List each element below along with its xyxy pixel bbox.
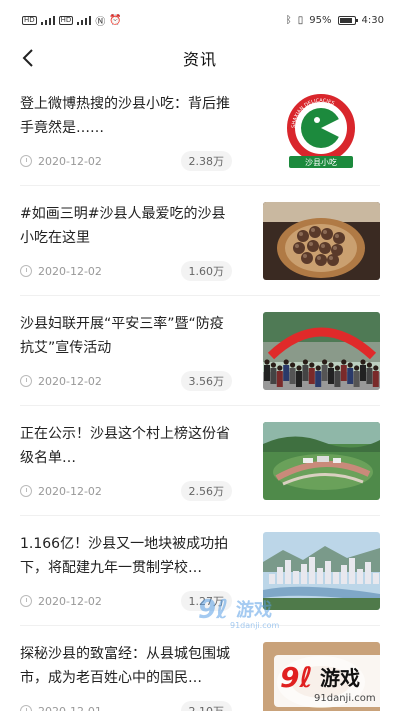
article-thumbnail[interactable] xyxy=(263,422,380,500)
article-meta: 2020-12-02 2.56万 xyxy=(20,481,232,501)
sim2-icon: HD xyxy=(58,15,74,25)
watermark-site-center: 91danji.com xyxy=(230,621,280,630)
sim1-icon: HD xyxy=(22,15,37,25)
article-meta: 2020-12-02 3.56万 xyxy=(20,371,232,391)
status-right: ᛒ ▯ 95% 4:30 xyxy=(286,15,384,26)
article-item[interactable]: #如画三明#沙县人最爱吃的沙县小吃在这里 2020-12-02 1.60万 xyxy=(20,186,380,296)
article-meta: 2020-12-02 1.60万 xyxy=(20,261,232,281)
svg-text:9ℓ: 9ℓ xyxy=(198,595,228,625)
article-item[interactable]: 沙县妇联开展“平安三率”暨“防疫抗艾”宣传活动 2020-12-02 3.56万 xyxy=(20,296,380,406)
status-bar: HD HD Ⓝ ⏰ ᛒ ▯ 95% 4:30 xyxy=(0,0,400,40)
article-date-wrap: 2020-12-02 xyxy=(20,375,102,388)
article-date-wrap: 2020-12-01 xyxy=(20,705,102,711)
article-meta: 2020-12-02 2.38万 xyxy=(20,151,232,171)
watermark-brand-corner: 游戏 xyxy=(320,666,360,690)
signal2-icon xyxy=(77,15,92,25)
alarm-icon: ⏰ xyxy=(109,14,122,26)
clock-icon xyxy=(20,705,32,711)
article-text: #如画三明#沙县人最爱吃的沙县小吃在这里 2020-12-02 1.60万 xyxy=(20,202,232,295)
article-date: 2020-12-01 xyxy=(38,704,102,711)
clock-icon xyxy=(20,375,32,387)
article-meta: 2020-12-01 2.10万 xyxy=(20,701,232,711)
article-title: 探秘沙县的致富经：从县城包围城市，成为老百姓心中的国民… xyxy=(20,646,230,686)
article-item[interactable]: 正在公示！沙县这个村上榜这份省级名单… 2020-12-02 2.56万 xyxy=(20,406,380,516)
page-title: 资讯 xyxy=(182,50,217,69)
status-time: 4:30 xyxy=(361,14,384,26)
status-left: HD HD Ⓝ ⏰ xyxy=(22,13,122,28)
view-count-badge: 1.60万 xyxy=(180,261,232,281)
article-date-wrap: 2020-12-02 xyxy=(20,155,102,168)
back-arrow-icon xyxy=(22,49,33,67)
vibrate-icon: ▯ xyxy=(297,14,304,26)
signal-icon xyxy=(40,15,55,25)
back-button[interactable] xyxy=(14,44,42,72)
battery-icon xyxy=(337,15,358,25)
article-title: 登上微博热搜的沙县小吃：背后推手竟然是…… xyxy=(20,96,230,136)
watermark-site-corner: 91danji.com xyxy=(314,693,376,704)
article-text: 探秘沙县的致富经：从县城包围城市，成为老百姓心中的国民… 2020-12-01 … xyxy=(20,642,232,711)
article-item[interactable]: 登上微博热搜的沙县小吃：背后推手竟然是…… 2020-12-02 2.38万 S… xyxy=(20,76,380,186)
article-text: 沙县妇联开展“平安三率”暨“防疫抗艾”宣传活动 2020-12-02 3.56万 xyxy=(20,312,232,405)
clock-icon xyxy=(20,265,32,277)
article-date-wrap: 2020-12-02 xyxy=(20,265,102,278)
watermark-corner: 9ℓ 游戏 91danji.com xyxy=(274,655,394,707)
article-title: 正在公示！沙县这个村上榜这份省级名单… xyxy=(20,426,230,466)
article-date: 2020-12-02 xyxy=(38,154,102,168)
battery-percent: 95% xyxy=(309,14,332,26)
article-date: 2020-12-02 xyxy=(38,484,102,498)
clock-icon xyxy=(20,155,32,167)
article-date: 2020-12-02 xyxy=(38,374,102,388)
article-text: 正在公示！沙县这个村上榜这份省级名单… 2020-12-02 2.56万 xyxy=(20,422,232,515)
article-date-wrap: 2020-12-02 xyxy=(20,485,102,498)
nav-bar: 资讯 xyxy=(0,40,400,76)
watermark-brand-center: 游戏 xyxy=(236,599,272,621)
article-date: 2020-12-02 xyxy=(38,264,102,278)
article-title: #如画三明#沙县人最爱吃的沙县小吃在这里 xyxy=(20,206,226,246)
svg-text:9ℓ: 9ℓ xyxy=(280,661,313,694)
article-thumbnail[interactable] xyxy=(263,202,380,280)
article-title: 沙县妇联开展“平安三率”暨“防疫抗艾”宣传活动 xyxy=(20,316,224,356)
clock-icon xyxy=(20,595,32,607)
view-count-badge: 2.10万 xyxy=(180,701,232,711)
article-date-wrap: 2020-12-02 xyxy=(20,595,102,608)
article-date: 2020-12-02 xyxy=(38,594,102,608)
view-count-badge: 2.56万 xyxy=(180,481,232,501)
nfc-icon: Ⓝ xyxy=(95,16,106,28)
watermark-center: 9ℓ 游戏 91danji.com xyxy=(196,590,306,634)
logo-caption: 沙县小吃 xyxy=(305,157,337,167)
article-text: 登上微博热搜的沙县小吃：背后推手竟然是…… 2020-12-02 2.38万 xyxy=(20,92,232,185)
view-count-badge: 3.56万 xyxy=(180,371,232,391)
article-title: 1.166亿！沙县又一地块被成功拍下，将配建九年一贯制学校… xyxy=(20,536,229,576)
clock-icon xyxy=(20,485,32,497)
article-thumbnail[interactable] xyxy=(263,312,380,390)
view-count-badge: 2.38万 xyxy=(180,151,232,171)
article-thumbnail[interactable]: SHAXIAN DELICACIES 沙县小吃 xyxy=(263,92,380,170)
bluetooth-icon: ᛒ xyxy=(285,14,292,26)
